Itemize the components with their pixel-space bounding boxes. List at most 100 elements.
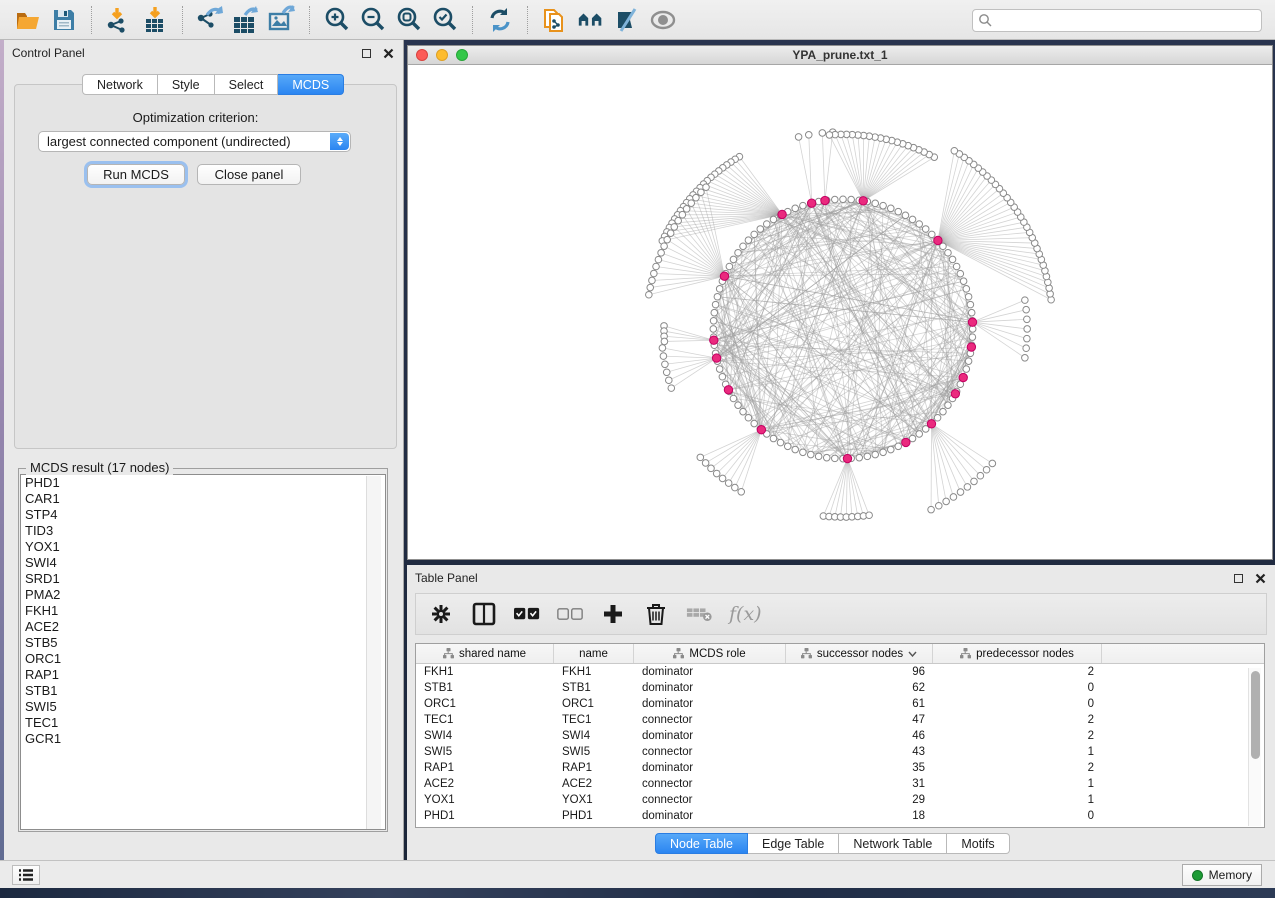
hide-selected-icon[interactable] (612, 5, 642, 35)
table-cell: connector (634, 744, 786, 760)
tab-edge-table[interactable]: Edge Table (748, 833, 839, 854)
tab-network-table[interactable]: Network Table (839, 833, 947, 854)
table-cell: RAP1 (554, 760, 634, 776)
mcds-result-item[interactable]: RAP1 (21, 667, 385, 683)
table-row[interactable]: TEC1TEC1connector472 (416, 712, 1264, 728)
table-row[interactable]: RAP1RAP1dominator352 (416, 760, 1264, 776)
mcds-result-item[interactable]: FKH1 (21, 603, 385, 619)
criterion-dropdown-value: largest connected component (undirected) (47, 134, 291, 149)
network-from-selection-icon[interactable] (540, 5, 570, 35)
save-session-icon[interactable] (49, 5, 79, 35)
search-input[interactable] (972, 9, 1262, 32)
zoom-fit-icon[interactable] (394, 5, 424, 35)
mcds-result-item[interactable]: YOX1 (21, 539, 385, 555)
table-row[interactable]: PHD1PHD1dominator180 (416, 808, 1264, 824)
mcds-result-item[interactable]: SWI4 (21, 555, 385, 571)
float-panel-icon[interactable] (359, 46, 373, 60)
refresh-icon[interactable] (485, 5, 515, 35)
mcds-result-item[interactable]: TEC1 (21, 715, 385, 731)
table-row[interactable]: SWI5SWI5connector431 (416, 744, 1264, 760)
open-file-icon[interactable] (13, 5, 43, 35)
mcds-result-item[interactable]: PMA2 (21, 587, 385, 603)
mcds-result-item[interactable]: PHD1 (21, 475, 385, 491)
export-table-icon[interactable] (231, 5, 261, 35)
memory-button[interactable]: Memory (1182, 864, 1262, 886)
close-panel-icon[interactable] (381, 46, 395, 60)
mcds-result-item[interactable]: GCR1 (21, 731, 385, 747)
table-cell: 0 (933, 696, 1102, 712)
table-scrollbar-thumb[interactable] (1251, 671, 1260, 759)
tab-mcds[interactable]: MCDS (278, 74, 344, 95)
node-table-header[interactable]: shared namenameMCDS rolesuccessor nodesp… (416, 644, 1264, 664)
column-header-successor-nodes[interactable]: successor nodes (786, 644, 933, 663)
criterion-dropdown[interactable]: largest connected component (undirected) (38, 131, 351, 152)
column-header-predecessor-nodes[interactable]: predecessor nodes (933, 644, 1102, 663)
close-table-panel-icon[interactable] (1253, 571, 1267, 585)
mcds-result-item[interactable]: ORC1 (21, 651, 385, 667)
mcds-result-item[interactable]: STB1 (21, 683, 385, 699)
mcds-result-item[interactable]: TID3 (21, 523, 385, 539)
table-cell: PHD1 (554, 808, 634, 824)
tab-select[interactable]: Select (215, 74, 279, 95)
mcds-result-list[interactable]: PHD1CAR1STP4TID3YOX1SWI4SRD1PMA2FKH1ACE2… (20, 474, 386, 830)
sort-desc-icon (908, 651, 917, 657)
mcds-result-item[interactable]: ACE2 (21, 619, 385, 635)
unselect-all-icon[interactable] (557, 601, 583, 627)
status-bar: Memory (0, 860, 1275, 888)
close-panel-button[interactable]: Close panel (197, 164, 301, 185)
select-all-icon[interactable] (514, 601, 540, 627)
run-mcds-button[interactable]: Run MCDS (87, 164, 185, 185)
export-network-icon[interactable] (195, 5, 225, 35)
table-cell: connector (634, 776, 786, 792)
show-all-icon[interactable] (648, 5, 678, 35)
table-options-icon[interactable] (428, 601, 454, 627)
table-row[interactable]: STB1STB1dominator620 (416, 680, 1264, 696)
table-cell: TEC1 (416, 712, 554, 728)
table-row[interactable]: SWI4SWI4dominator462 (416, 728, 1264, 744)
tab-network[interactable]: Network (82, 74, 158, 95)
mcds-result-item[interactable]: STB5 (21, 635, 385, 651)
table-panel-tabs: Node Table Edge Table Network Table Moti… (655, 833, 1010, 854)
zoom-out-icon[interactable] (358, 5, 388, 35)
table-cell: STB1 (416, 680, 554, 696)
table-row[interactable]: ORC1ORC1dominator610 (416, 696, 1264, 712)
zoom-selected-icon[interactable] (430, 5, 460, 35)
table-cell: 43 (786, 744, 933, 760)
table-row[interactable]: FKH1FKH1dominator962 (416, 664, 1264, 680)
mcds-result-item[interactable]: SWI5 (21, 699, 385, 715)
status-menu-button[interactable] (12, 865, 40, 885)
table-scrollbar[interactable] (1248, 668, 1261, 826)
import-network-icon[interactable] (104, 5, 134, 35)
table-cell: dominator (634, 664, 786, 680)
table-cell: YOX1 (416, 792, 554, 808)
float-table-panel-icon[interactable] (1231, 571, 1245, 585)
import-table-icon[interactable] (140, 5, 170, 35)
network-graph[interactable] (408, 65, 1272, 559)
tab-node-table[interactable]: Node Table (655, 833, 748, 854)
toolbar-separator (527, 6, 528, 34)
mcds-result-item[interactable]: STP4 (21, 507, 385, 523)
mcds-result-item[interactable]: SRD1 (21, 571, 385, 587)
table-cell: 2 (933, 712, 1102, 728)
table-cell: 1 (933, 792, 1102, 808)
export-image-icon[interactable] (267, 5, 297, 35)
network-window-titlebar[interactable]: YPA_prune.txt_1 (408, 46, 1272, 65)
network-view-window: YPA_prune.txt_1 (407, 45, 1273, 560)
table-row[interactable]: YOX1YOX1connector291 (416, 792, 1264, 808)
table-cell: TEC1 (554, 712, 634, 728)
node-table: shared namenameMCDS rolesuccessor nodesp… (415, 643, 1265, 828)
delete-column-icon[interactable] (643, 601, 669, 627)
mcds-list-scrollbar[interactable] (366, 476, 381, 830)
zoom-in-icon[interactable] (322, 5, 352, 35)
column-header-name[interactable]: name (554, 644, 634, 663)
tab-motifs[interactable]: Motifs (947, 833, 1009, 854)
column-header-MCDS-role[interactable]: MCDS role (634, 644, 786, 663)
add-column-icon[interactable] (600, 601, 626, 627)
column-header-shared-name[interactable]: shared name (416, 644, 554, 663)
show-columns-icon[interactable] (471, 601, 497, 627)
memory-status-icon (1192, 870, 1203, 881)
tab-style[interactable]: Style (158, 74, 215, 95)
first-neighbors-icon[interactable] (576, 5, 606, 35)
table-row[interactable]: ACE2ACE2connector311 (416, 776, 1264, 792)
mcds-result-item[interactable]: CAR1 (21, 491, 385, 507)
